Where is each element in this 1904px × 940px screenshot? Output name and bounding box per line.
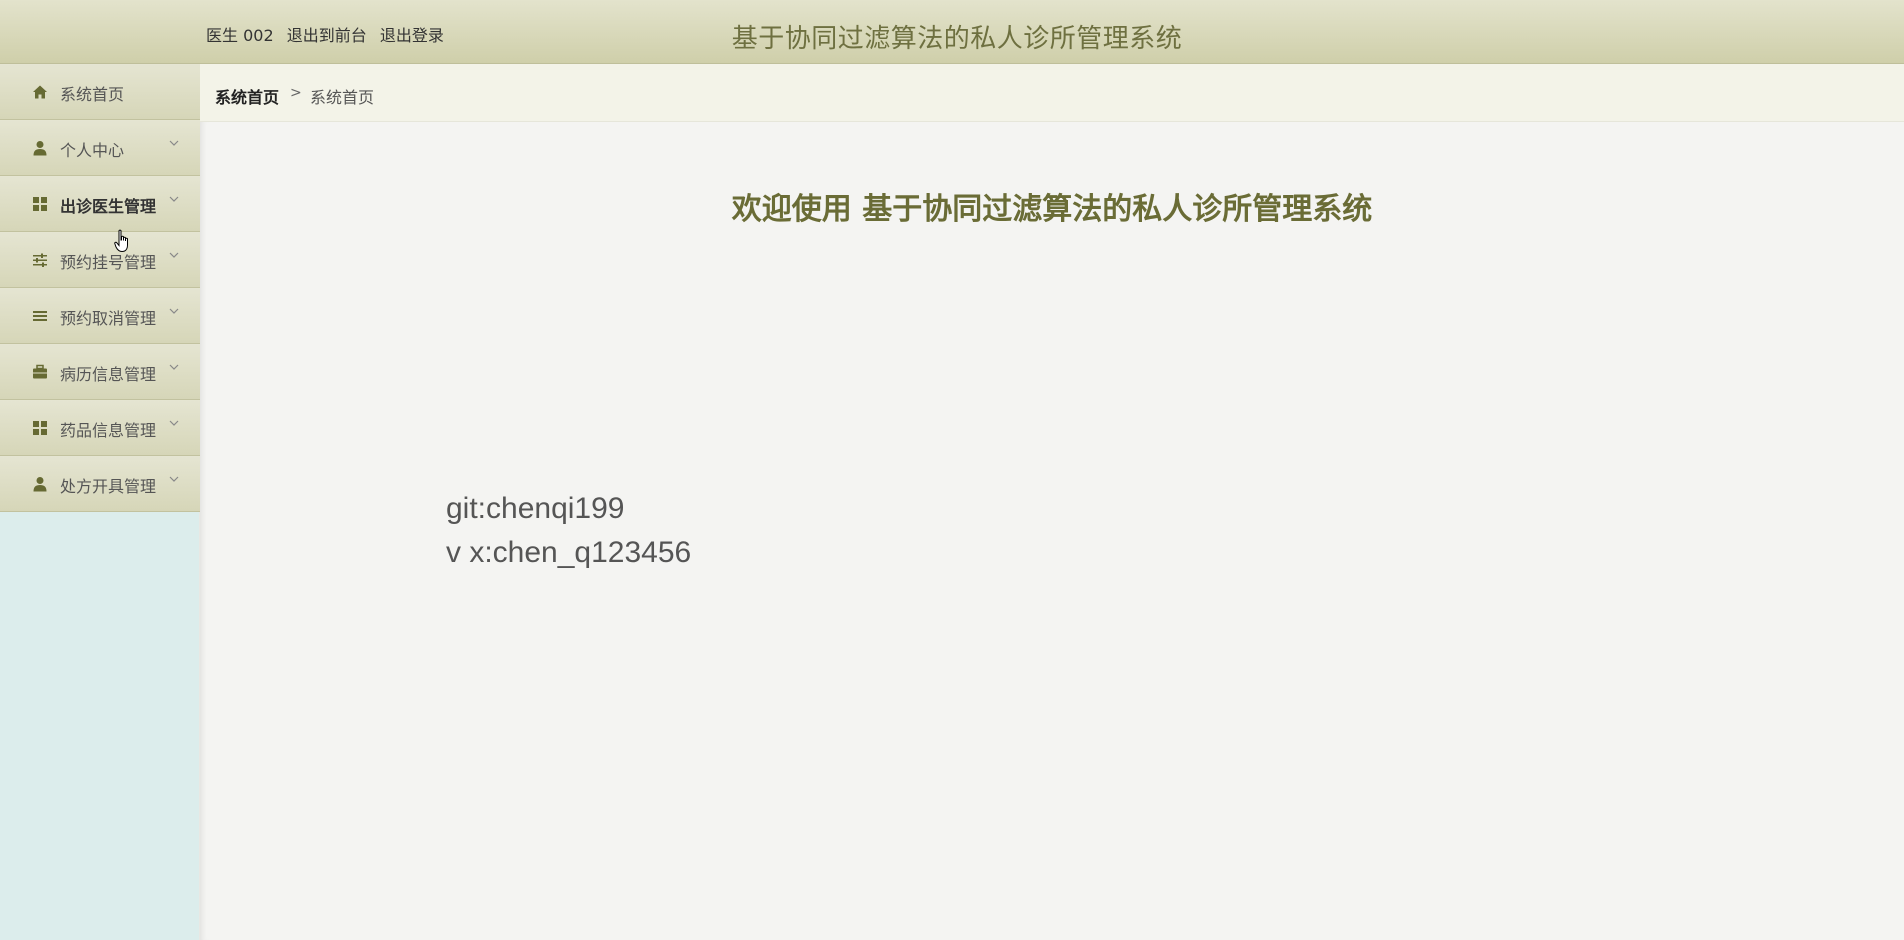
chevron-down-icon [169, 140, 179, 146]
sidebar-item-drug-management[interactable]: 药品信息管理 [0, 400, 200, 456]
contact-git: git:chenqi199 [446, 492, 625, 525]
sidebar-item-appointment-management[interactable]: 预约挂号管理 [0, 232, 200, 288]
chevron-down-icon [169, 420, 179, 426]
user-icon [33, 477, 47, 492]
sidebar-item-label: 预约取消管理 [60, 309, 157, 328]
breadcrumb: 系统首页 > 系统首页 [200, 64, 1904, 122]
breadcrumb-home-link[interactable]: 系统首页 [215, 84, 279, 108]
sidebar-item-label: 出诊医生管理 [60, 197, 157, 216]
list-icon [33, 311, 47, 321]
welcome-heading: 欢迎使用 基于协同过滤算法的私人诊所管理系统 [731, 192, 1373, 227]
sidebar-item-prescription-management[interactable]: 处方开具管理 [0, 456, 200, 512]
sliders-icon [33, 253, 47, 267]
sidebar-item-label: 病历信息管理 [60, 365, 157, 384]
chevron-down-icon [169, 252, 179, 258]
chevron-down-icon [169, 308, 179, 314]
sidebar: 系统首页 个人中心 出诊医生管理 预约挂号管理 预约取消管理 病历信息管理 药品… [0, 64, 200, 940]
hand-cursor-icon [114, 229, 128, 253]
breadcrumb-current: 系统首页 [310, 88, 375, 107]
briefcase-icon [33, 364, 47, 379]
grid-icon [33, 421, 47, 435]
sidebar-item-personal-center[interactable]: 个人中心 [0, 120, 200, 176]
contact-vx: v x:chen_q123456 [446, 536, 692, 569]
top-header: 医生 002 退出到前台 退出登录 基于协同过滤算法的私人诊所管理系统 [0, 0, 1904, 64]
user-icon [33, 141, 47, 156]
grid-icon [33, 197, 47, 211]
breadcrumb-separator: > [290, 85, 302, 101]
sidebar-item-home[interactable]: 系统首页 [0, 64, 200, 120]
sidebar-item-medical-record-management[interactable]: 病历信息管理 [0, 344, 200, 400]
chevron-down-icon [169, 364, 179, 370]
system-title: 基于协同过滤算法的私人诊所管理系统 [731, 24, 1183, 54]
sidebar-item-doctor-management[interactable]: 出诊医生管理 [0, 176, 200, 232]
sidebar-item-label: 个人中心 [60, 141, 125, 160]
chevron-down-icon [169, 196, 179, 202]
sidebar-item-label: 系统首页 [60, 85, 125, 104]
sidebar-item-label: 预约挂号管理 [60, 253, 157, 272]
main-content: 欢迎使用 基于协同过滤算法的私人诊所管理系统 git:chenqi199 v x… [200, 122, 1904, 940]
sidebar-item-label: 药品信息管理 [60, 421, 157, 440]
sidebar-item-cancellation-management[interactable]: 预约取消管理 [0, 288, 200, 344]
chevron-down-icon [169, 476, 179, 482]
home-icon [33, 85, 47, 99]
sidebar-item-label: 处方开具管理 [60, 477, 157, 496]
